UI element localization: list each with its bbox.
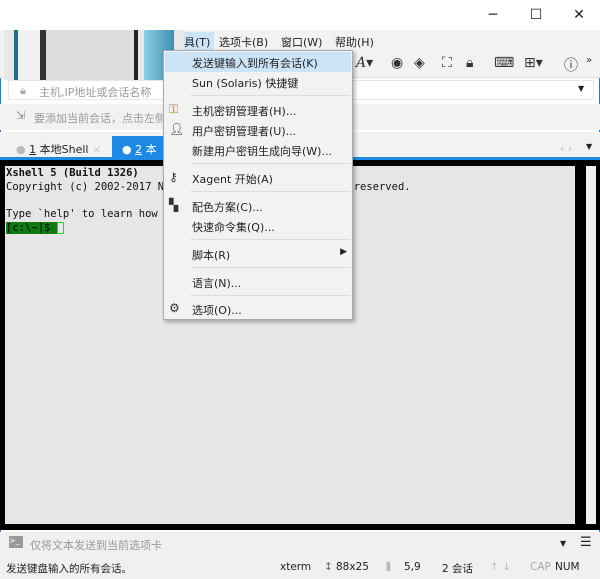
terminal-icon: >_ <box>9 536 23 548</box>
cursor-pos-icon: ⫼ <box>386 561 391 573</box>
caps-indicator: CAP <box>530 561 551 573</box>
prompt: [c:\~]$ <box>6 221 57 234</box>
menu-tools[interactable]: 具(T) <box>180 32 215 52</box>
menu-window[interactable]: 窗口(W) <box>277 32 326 52</box>
maximize-button[interactable]: ☐ <box>521 4 551 26</box>
menu-item-label: 主机密钥管理者(H)... <box>192 105 297 118</box>
minimize-button[interactable]: ─ <box>478 4 508 26</box>
terminal-scrollbar[interactable] <box>586 166 596 524</box>
menu-item-options[interactable]: ⚙ 选项(O)... <box>165 299 351 319</box>
title-bar <box>0 0 600 30</box>
menu-item-label: Xagent 开始(A) <box>192 173 273 186</box>
separator <box>190 239 350 240</box>
tab-label: 本地Shell <box>39 143 89 156</box>
arrow-icons: ↑ ↓ <box>490 561 511 573</box>
user-key-icon: 👤︎ <box>169 122 185 136</box>
menu-item-label: 选项(O)... <box>192 304 242 317</box>
tab-number: 1 <box>29 143 37 156</box>
session-count: 2 会话 <box>442 563 474 575</box>
obscured-region <box>4 30 184 80</box>
menu-icon[interactable]: ☰ <box>580 535 592 550</box>
tab-menu-icon[interactable]: ▼ <box>586 142 592 151</box>
color-scheme-icon: ▚ <box>169 198 179 212</box>
add-session-icon: ⇲ <box>16 109 26 122</box>
separator <box>190 191 350 192</box>
menu-item-send-all[interactable]: 发送键输入到所有会话(K) <box>165 52 351 72</box>
font-icon[interactable]: A▾ <box>356 55 373 71</box>
tab-number: 2 <box>135 143 143 156</box>
terminal-line: Xshell 5 (Build 1326) <box>6 167 139 179</box>
separator <box>190 95 350 96</box>
lock-icon[interactable]: 🔒︎ <box>466 55 473 71</box>
menu-item-host-keys[interactable]: ⚿ 主机密钥管理者(H)... <box>165 100 351 120</box>
terminal-line: Type `help' to learn how <box>6 208 158 221</box>
chevron-down-icon[interactable]: ▼ <box>578 84 584 93</box>
xftp-icon[interactable]: ◈ <box>414 55 425 71</box>
num-indicator: NUM <box>555 561 580 573</box>
chevron-down-icon[interactable]: ▼ <box>560 539 566 548</box>
lock-icon: 🔒︎ <box>20 84 26 97</box>
tab-1[interactable]: ● 1 本地Shell × <box>6 136 111 160</box>
menu-item-color-scheme[interactable]: ▚ 配色方案(C)... <box>165 196 351 216</box>
menu-item-user-keys[interactable]: 👤︎ 用户密钥管理者(U)... <box>165 120 351 140</box>
menu-item-label: Sun (Solaris) 快捷键 <box>192 77 299 90</box>
xagent-icon: ⚷ <box>169 170 178 184</box>
menu-item-key-wizard[interactable]: 新建用户密钥生成向导(W)... <box>165 140 351 160</box>
size-icon: ↕ <box>324 561 333 573</box>
menu-item-sun-keys[interactable]: Sun (Solaris) 快捷键 <box>165 72 351 92</box>
menu-item-label: 语言(N)... <box>192 277 242 290</box>
gear-icon: ⚙ <box>169 301 180 315</box>
fullscreen-icon[interactable]: ⛶ <box>442 55 452 71</box>
menu-item-label: 快速命令集(Q)... <box>192 221 275 234</box>
menu-item-xagent[interactable]: ⚷ Xagent 开始(A) <box>165 168 351 188</box>
menu-item-script[interactable]: 脚本(R) ▶ <box>165 244 351 264</box>
cursor <box>56 221 64 234</box>
help-icon[interactable]: ⓘ <box>564 55 578 75</box>
menu-item-quick-commands[interactable]: 快速命令集(Q)... <box>165 216 351 236</box>
cursor-position: 5,9 <box>404 561 421 573</box>
host-key-icon: ⚿ <box>169 102 179 116</box>
menu-item-label: 发送键输入到所有会话(K) <box>192 57 318 70</box>
menu-item-label: 脚本(R) <box>192 249 231 262</box>
separator <box>190 163 350 164</box>
separator <box>190 295 350 296</box>
separator <box>190 267 350 268</box>
submenu-arrow-icon: ▶ <box>340 247 347 257</box>
terminal-size: 88x25 <box>336 561 369 573</box>
compose-bar[interactable]: 仅将文本发送到当前选项卡 <box>0 532 600 556</box>
more-icon[interactable]: » <box>586 55 592 66</box>
tab-scroll-icon[interactable]: ‹ › <box>560 142 572 155</box>
menu-help[interactable]: 帮助(H) <box>331 32 378 52</box>
menu-item-label: 新建用户密钥生成向导(W)... <box>192 145 332 158</box>
xagent-icon[interactable]: ◉ <box>391 55 403 71</box>
close-button[interactable]: ✕ <box>564 4 594 26</box>
menu-item-label: 用户密钥管理者(U)... <box>192 125 297 138</box>
new-tab-icon[interactable]: ⊞▾ <box>524 55 543 71</box>
menu-item-language[interactable]: 语言(N)... <box>165 272 351 292</box>
tools-dropdown-menu: 发送键输入到所有会话(K) Sun (Solaris) 快捷键 ⚿ 主机密钥管理者… <box>163 50 353 320</box>
terminal-line: Copyright (c) 2002-2017 N <box>6 180 165 193</box>
keyboard-icon[interactable]: ⌨ <box>494 55 514 71</box>
terminal-type: xterm <box>280 561 312 573</box>
menu-tabs[interactable]: 选项卡(B) <box>215 32 272 52</box>
menu-item-label: 配色方案(C)... <box>192 201 263 214</box>
